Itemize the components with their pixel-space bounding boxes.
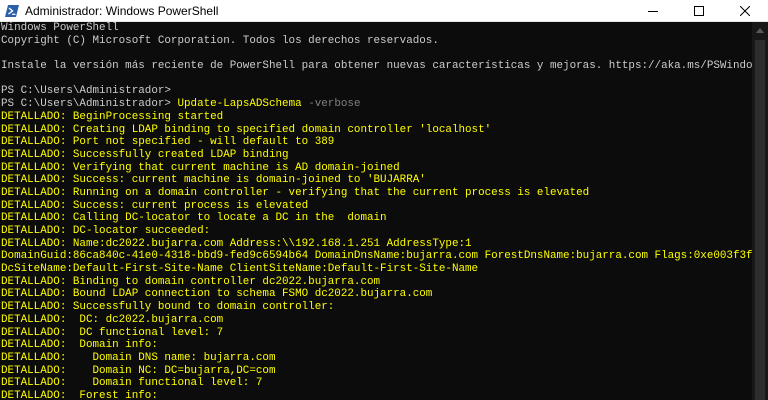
console-line: Instale la versión más reciente de Power… [1,60,752,73]
console-line: Windows PowerShell [1,22,119,34]
command-name: Update-LapsADSchema [177,98,302,111]
console-line: DETALLADO: Domain NC: DC=bujarra,DC=com [1,364,276,377]
console-line: DETALLADO: Successfully bound to domain … [1,301,335,314]
console-line: DETALLADO: Success: current machine is d… [1,174,426,187]
window-controls [630,0,768,22]
console-line: DETALLADO: Binding to domain controller … [1,275,381,288]
powershell-icon [5,4,19,17]
console-line: DETALLADO: Forest info: [1,389,158,400]
console-line: DETALLADO: DC functional level: 7 [1,326,224,339]
title-bar[interactable]: Administrador: Windows PowerShell [0,0,768,22]
console-line: DETALLADO: DC: dc2022.bujarra.com [1,313,224,326]
console-line: DETALLADO: Domain DNS name: bujarra.com [1,351,276,364]
maximize-button[interactable] [676,0,722,22]
prompt: PS C:\Users\Administrador> [1,98,178,111]
console-line: DETALLADO: Name:dc2022.bujarra.com Addre… [1,237,472,250]
console-line: DETALLADO: Successfully created LDAP bin… [1,148,289,161]
console-line: DETALLADO: Running on a domain controlle… [1,186,590,199]
command-line: PS C:\Users\Administrador> Update-LapsAD… [1,98,752,111]
minimize-icon [648,10,658,12]
console-line: DETALLADO: BeginProcessing started [1,110,224,123]
window-title: Administrador: Windows PowerShell [25,3,219,18]
command-parameter: -verbose [301,98,361,111]
close-button[interactable] [722,0,768,22]
console-line: PS C:\Users\Administrador> [1,85,171,98]
console-line: DETALLADO: Verifying that current machin… [1,161,400,174]
console-line: DETALLADO: Port not specified - will def… [1,136,335,149]
console-line: DETALLADO: Domain functional level: 7 [1,377,263,390]
console-line: DETALLADO: Domain info: [1,339,158,352]
console-line: DETALLADO: Bound LDAP connection to sche… [1,288,433,301]
scrollbar-thumb[interactable] [755,40,765,400]
console-line: DcSiteName:Default-First-Site-Name Clien… [1,263,479,276]
console-line: DETALLADO: Calling DC-locator to locate … [1,212,387,225]
console-line: DETALLADO: DC-locator succeeded: [1,225,211,237]
maximize-icon [694,5,704,16]
close-icon [740,5,750,16]
powershell-window: Administrador: Windows PowerShell Window… [0,0,768,400]
scroll-up-arrow-icon[interactable] [756,28,764,33]
minimize-button[interactable] [630,0,676,22]
console-line: DETALLADO: Success: current process is e… [1,199,309,212]
console-output[interactable]: Windows PowerShell Copyright (C) Microsof… [0,22,752,400]
vertical-scrollbar[interactable] [752,22,768,400]
console-line: DETALLADO: Creating LDAP binding to spec… [1,123,492,136]
console-line: Copyright (C) Microsoft Corporation. Tod… [1,34,439,47]
console-line: DomainGuid:86ca840c-41e0-4318-bbd9-fed9c… [1,250,752,263]
